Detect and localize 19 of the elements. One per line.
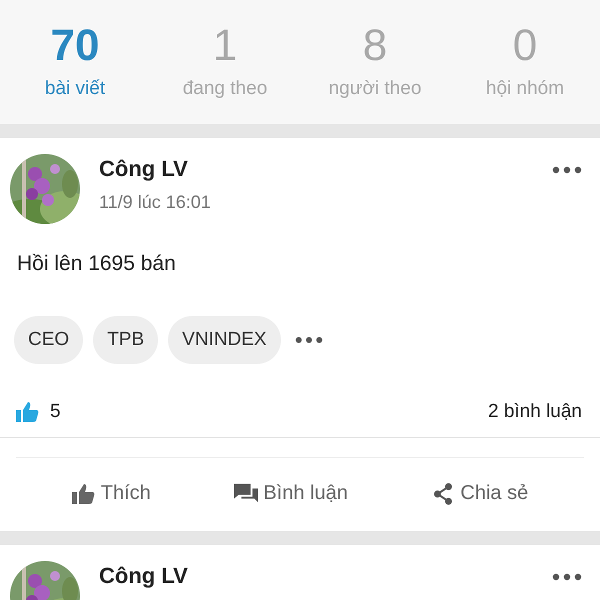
thumbs-up-icon [16,401,40,423]
more-icon[interactable] [552,166,582,174]
tag-chip[interactable]: CEO [14,316,84,364]
chat-bubbles-icon [234,482,258,504]
author-name[interactable]: Công LV [99,563,188,589]
share-button[interactable]: Chia sẻ [427,480,532,507]
like-button[interactable]: Thích [68,480,155,507]
author-name[interactable]: Công LV [99,156,188,182]
comment-button[interactable]: Bình luận [230,480,352,507]
comment-count[interactable]: 2 bình luận [488,401,582,423]
like-count: 5 [50,401,61,423]
more-icon[interactable] [552,573,582,581]
thumbs-up-icon [72,482,96,504]
stat-tab[interactable]: 70 bài viết [0,20,150,124]
post-time: 11/9 lúc 16:01 [99,192,211,213]
more-icon[interactable] [294,336,323,344]
tag-chip[interactable]: TPB [93,316,158,364]
tag-chip[interactable]: VNINDEX [168,316,281,364]
post-text: Hồi lên 1695 bán [17,252,177,276]
